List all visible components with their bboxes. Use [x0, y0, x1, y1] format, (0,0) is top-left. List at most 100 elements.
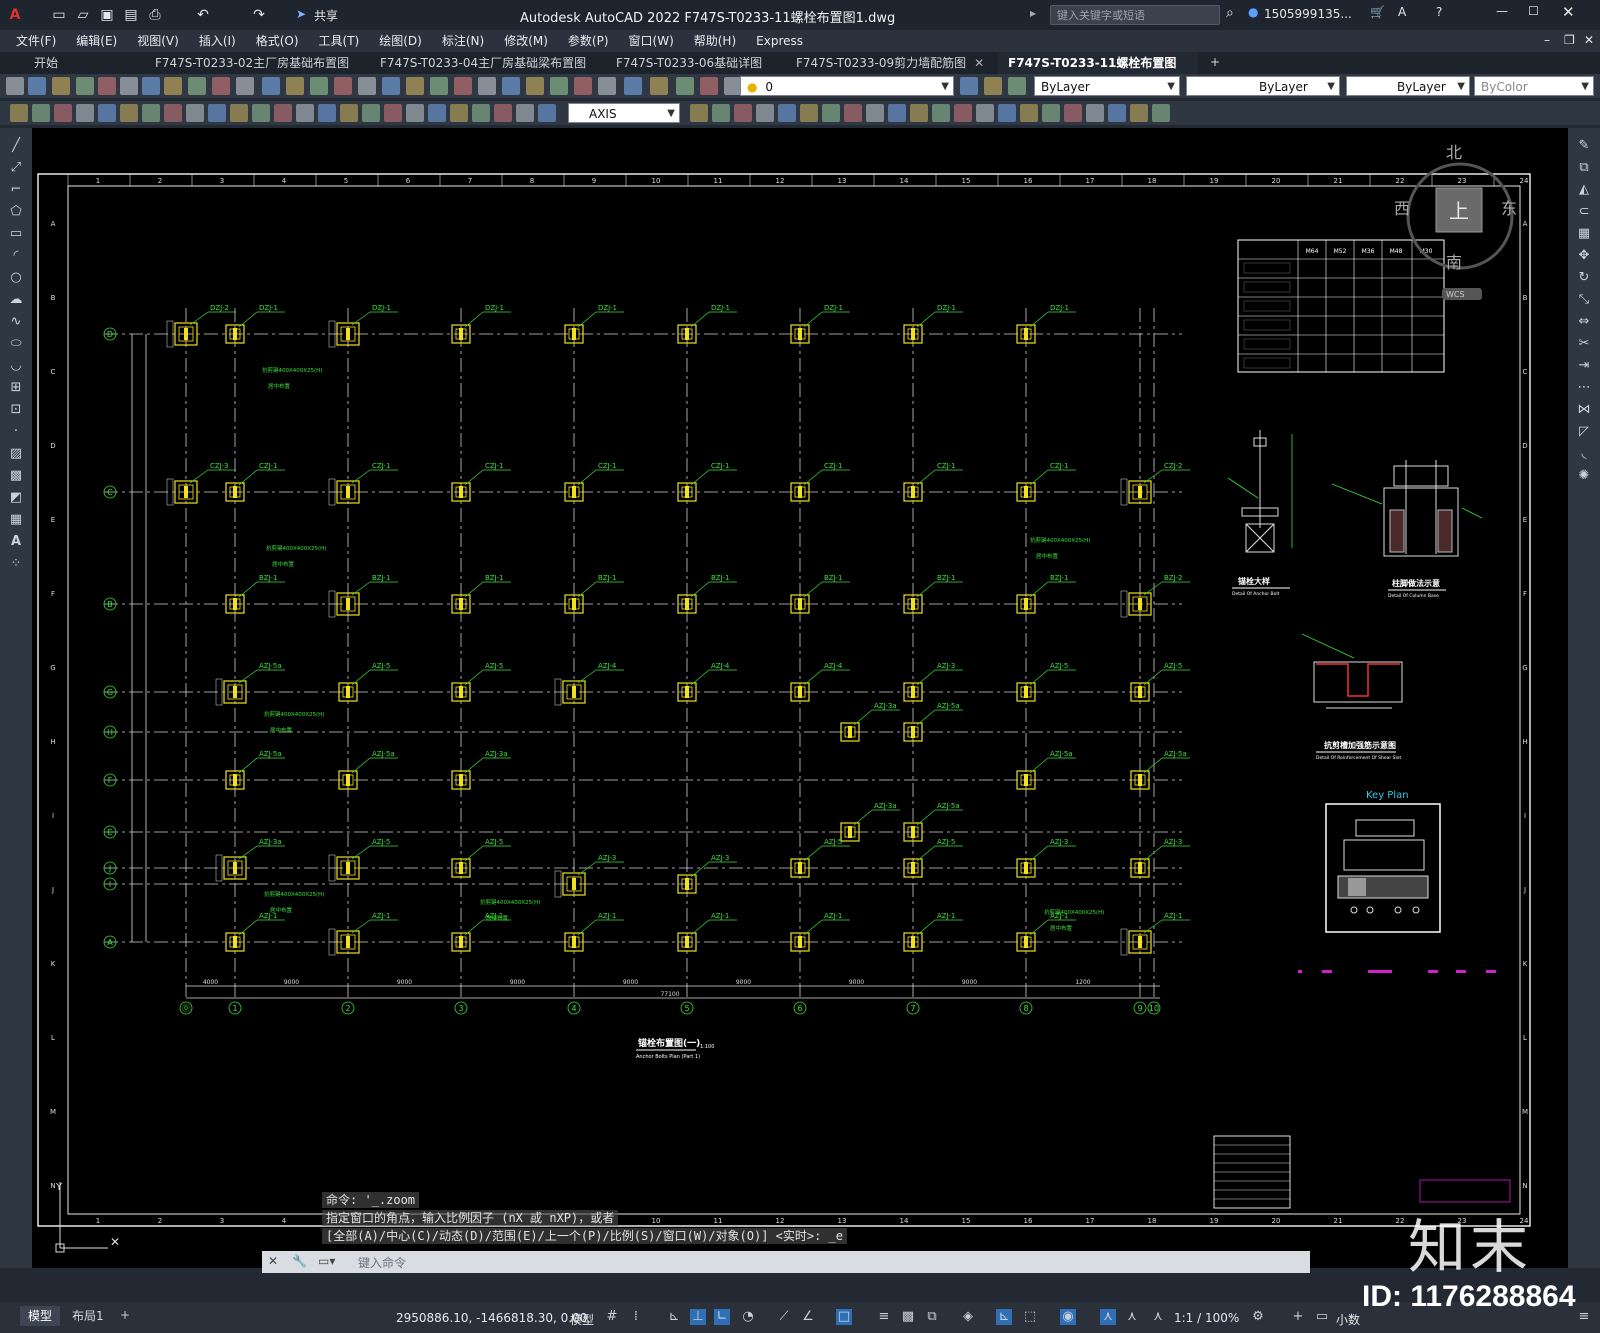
doc-minimize-icon[interactable]: – [1544, 33, 1550, 47]
menu-help[interactable]: 帮助(H) [684, 30, 746, 52]
toolbar-button-icon[interactable] [538, 104, 556, 122]
lineweight-dropdown[interactable]: ByLayer ▼ [1346, 76, 1470, 96]
toolbar-button-icon[interactable] [450, 104, 468, 122]
toolbar-button-icon[interactable] [650, 77, 668, 95]
search-input[interactable]: 键入关键字或短语 [1050, 5, 1220, 25]
menu-window[interactable]: 窗口(W) [619, 30, 684, 52]
toolbar-button-icon[interactable] [230, 104, 248, 122]
recent-commands-icon[interactable]: ▭▾ [318, 1254, 335, 1268]
user-name[interactable]: 1505999135... [1264, 7, 1352, 21]
ellipse-icon[interactable]: ⬭ [8, 336, 24, 352]
toolbar-button-icon[interactable] [76, 104, 94, 122]
gradient-icon[interactable]: ▩ [8, 468, 24, 484]
infer-icon[interactable]: ⊾ [666, 1309, 682, 1325]
gizmo-icon[interactable]: ◉ [1060, 1309, 1076, 1325]
dynamic-ucs-icon[interactable]: ⊾ [996, 1309, 1012, 1325]
command-input[interactable]: ✕ 🔧 ▭▾ 键入命令 [262, 1251, 1310, 1273]
coordinate-readout[interactable]: 2950886.10, -1466818.30, 0.00 [396, 1311, 587, 1325]
toolbar-button-icon[interactable] [478, 77, 496, 95]
mirror-icon[interactable]: ◭ [1576, 182, 1592, 198]
add-selected-icon[interactable]: ⁘ [8, 556, 24, 572]
toolbar-button-icon[interactable] [800, 104, 818, 122]
toolbar-button-icon[interactable] [334, 77, 352, 95]
toolbar-button-icon[interactable] [700, 77, 718, 95]
tab-file-06[interactable]: F747S-T0233-06基础详图1✕ [606, 52, 784, 92]
scale-icon[interactable]: ⤡ [1576, 292, 1592, 308]
tab-file-09[interactable]: F747S-T0233-09剪力墙配筋图 ✕ [786, 52, 996, 74]
layer-tool-icon[interactable] [960, 77, 978, 95]
share-icon[interactable]: ➤ [296, 7, 306, 21]
chamfer-icon[interactable]: ◸ [1576, 424, 1592, 440]
share-button[interactable]: 共享 [314, 7, 338, 24]
toolbar-button-icon[interactable] [384, 104, 402, 122]
toolbar-button-icon[interactable] [1064, 104, 1082, 122]
toolbar-button-icon[interactable] [274, 104, 292, 122]
toolbar-button-icon[interactable] [32, 104, 50, 122]
maximize-icon[interactable]: ☐ [1528, 4, 1539, 18]
cart-icon[interactable]: 🛒 [1370, 5, 1385, 19]
layer-tool-icon[interactable] [1008, 77, 1026, 95]
menu-dimension[interactable]: 标注(N) [432, 30, 494, 52]
toolbar-button-icon[interactable] [472, 104, 490, 122]
tab-file-04[interactable]: F747S-T0233-04主厂房基础梁布置图1✕ [370, 52, 602, 92]
annotation-scale-value[interactable]: 1:1 / 100% [1174, 1311, 1239, 1325]
toolbar-button-icon[interactable] [236, 77, 254, 95]
isodraft-icon[interactable]: ⟋ [776, 1309, 792, 1325]
construction-line-icon[interactable]: ⤢ [8, 160, 24, 176]
tab-close-icon[interactable]: ✕ [974, 56, 984, 70]
revcloud-icon[interactable]: ☁ [8, 292, 24, 308]
tab-file-02[interactable]: F747S-T0233-02主厂房基础布置图1✕ [145, 52, 367, 92]
units-value[interactable]: 小数 [1336, 1311, 1360, 1328]
toolbar-button-icon[interactable] [208, 104, 226, 122]
snap-icon[interactable]: ⁞ [628, 1309, 644, 1325]
toolbar-button-icon[interactable] [516, 104, 534, 122]
toolbar-button-icon[interactable] [188, 77, 206, 95]
fillet-icon[interactable]: ◟ [1576, 446, 1592, 462]
rectangle-icon[interactable]: ▭ [8, 226, 24, 242]
plotstyle-dropdown[interactable]: ByColor ▼ [1474, 76, 1594, 96]
offset-icon[interactable]: ⊂ [1576, 204, 1592, 220]
annotation-scale-icon[interactable]: ⋏ [1150, 1309, 1166, 1325]
toolbar-button-icon[interactable] [976, 104, 994, 122]
dynamic-input-icon[interactable]: ⊥ [690, 1309, 706, 1325]
new-tab-icon[interactable]: + [1210, 55, 1220, 69]
move-icon[interactable]: ✥ [1576, 248, 1592, 264]
layer-tool-icon[interactable] [984, 77, 1002, 95]
toolbar-button-icon[interactable] [526, 77, 544, 95]
menu-view[interactable]: 视图(V) [127, 30, 189, 52]
toolbar-button-icon[interactable] [866, 104, 884, 122]
trim-icon[interactable]: ✂ [1576, 336, 1592, 352]
point-icon[interactable]: · [8, 424, 24, 440]
toolbar-button-icon[interactable] [318, 104, 336, 122]
toolbar-button-icon[interactable] [1042, 104, 1060, 122]
toolbar-button-icon[interactable] [998, 104, 1016, 122]
break-icon[interactable]: ⋯ [1576, 380, 1592, 396]
command-customize-icon[interactable]: 🔧 [292, 1254, 307, 1268]
transparency-icon[interactable]: ▩ [900, 1309, 916, 1325]
doc-close-icon[interactable]: ✕ [1584, 33, 1594, 47]
tab-model[interactable]: 模型 [20, 1306, 61, 1326]
toolbar-button-icon[interactable] [382, 77, 400, 95]
stretch-icon[interactable]: ⇔ [1576, 314, 1592, 330]
selection-cycling-icon[interactable]: ⧉ [924, 1309, 940, 1325]
toolbar-button-icon[interactable] [550, 77, 568, 95]
toolbar-button-icon[interactable] [430, 77, 448, 95]
toolbar-button-icon[interactable] [120, 104, 138, 122]
toolbar-button-icon[interactable] [362, 104, 380, 122]
lineweight-icon[interactable]: ≡ [876, 1309, 892, 1325]
tab-file-11-active[interactable]: F747S-T0233-11螺栓布置图1*✕ [998, 52, 1198, 92]
make-block-icon[interactable]: ⊡ [8, 402, 24, 418]
drawing-canvas[interactable]: 1122334455667788991010111112121313141415… [32, 128, 1568, 1268]
toolbar-button-icon[interactable] [428, 104, 446, 122]
toolbar-button-icon[interactable] [822, 104, 840, 122]
workspace-gear-icon[interactable]: ⚙ [1250, 1309, 1266, 1325]
toolbar-button-icon[interactable] [54, 104, 72, 122]
polar-icon[interactable]: ◔ [740, 1309, 756, 1325]
toolbar-button-icon[interactable] [310, 77, 328, 95]
toolbar-button-icon[interactable] [262, 77, 280, 95]
toolbar-button-icon[interactable] [574, 77, 592, 95]
copy-icon[interactable]: ⧉ [1576, 160, 1592, 176]
line-tool-icon[interactable]: ╱ [8, 138, 24, 154]
help-icon[interactable]: ? [1436, 5, 1442, 19]
toolbar-button-icon[interactable] [494, 104, 512, 122]
